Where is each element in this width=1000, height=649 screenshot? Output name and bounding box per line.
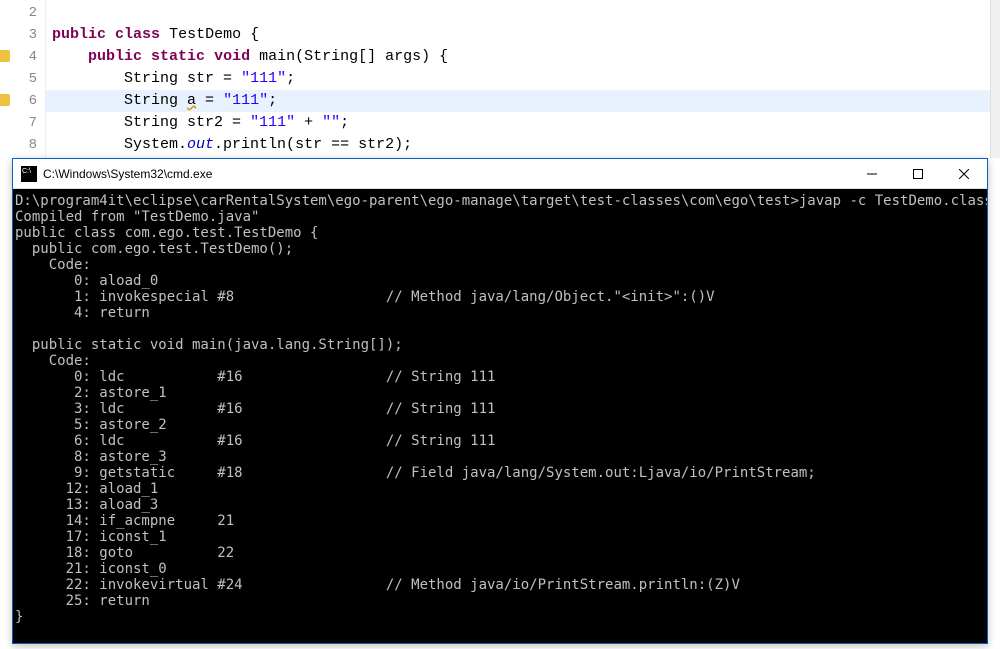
close-icon <box>959 169 969 179</box>
line-gutter: 2 3 4 5 6 7 8 9 <box>0 0 46 180</box>
code-line <box>46 2 1000 24</box>
cmd-icon <box>21 166 37 182</box>
code-line: System.out.println(str == str2); <box>46 134 1000 156</box>
maximize-icon <box>913 169 923 179</box>
maximize-button[interactable] <box>895 159 941 189</box>
code-area[interactable]: public class TestDemo { public static vo… <box>46 0 1000 180</box>
line-number: 8 <box>0 134 37 156</box>
window-titlebar[interactable]: C:\Windows\System32\cmd.exe <box>13 159 987 189</box>
minimize-icon <box>867 169 877 179</box>
warning-marker-icon <box>0 50 10 62</box>
overview-ruler <box>990 0 1000 158</box>
line-number: 5 <box>0 68 37 90</box>
terminal-output[interactable]: D:\program4it\eclipse\carRentalSystem\eg… <box>13 189 987 643</box>
window-title: C:\Windows\System32\cmd.exe <box>43 167 849 181</box>
minimize-button[interactable] <box>849 159 895 189</box>
close-button[interactable] <box>941 159 987 189</box>
code-editor[interactable]: 2 3 4 5 6 7 8 9 public class TestDemo { … <box>0 0 1000 180</box>
line-number: 7 <box>0 112 37 134</box>
code-line: public static void main(String[] args) { <box>46 46 1000 68</box>
line-number: 3 <box>0 24 37 46</box>
cmd-window[interactable]: C:\Windows\System32\cmd.exe D:\program4i… <box>12 158 988 644</box>
line-number: 6 <box>0 90 37 112</box>
line-number: 4 <box>0 46 37 68</box>
warning-marker-icon <box>0 94 10 106</box>
code-line: String str2 = "111" + ""; <box>46 112 1000 134</box>
code-line-highlighted: String a = "111"; <box>46 90 1000 112</box>
code-line: String str = "111"; <box>46 68 1000 90</box>
code-line: public class TestDemo { <box>46 24 1000 46</box>
line-number: 2 <box>0 2 37 24</box>
